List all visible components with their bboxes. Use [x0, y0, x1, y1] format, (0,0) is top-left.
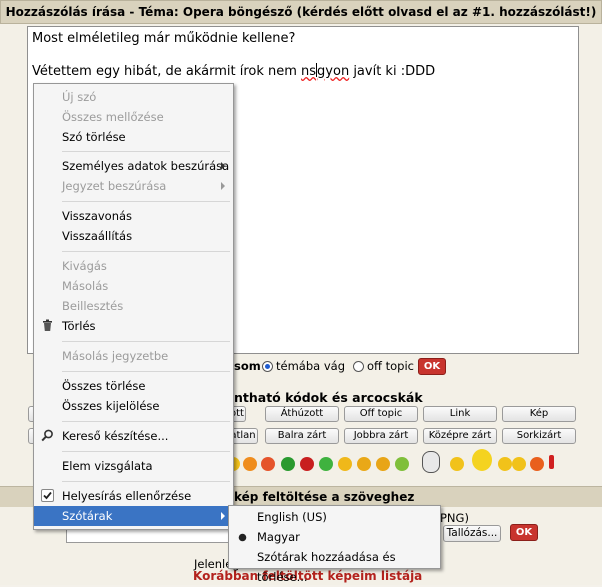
dictionaries-submenu: English (US) Magyar Szótárak hozzáadása … — [228, 505, 441, 584]
trash-icon — [43, 319, 52, 331]
code-button-align-center[interactable]: Középre zárt — [423, 428, 497, 444]
code-button-link[interactable]: Link — [423, 406, 497, 422]
menu-item-new-word: Új szó — [62, 90, 97, 104]
menu-separator — [62, 151, 230, 152]
code-button-align-right[interactable]: Jobbra zárt — [344, 428, 418, 444]
dictionary-english-us[interactable]: English (US) — [229, 507, 440, 527]
page: Hozzászólás írása - Téma: Opera böngésző… — [0, 0, 602, 585]
skull-smiley-icon[interactable] — [422, 451, 440, 473]
menu-item-dictionaries[interactable]: Szótárak — [34, 506, 233, 526]
smiley-icon[interactable] — [281, 457, 295, 471]
page-title: Hozzászólás írása - Téma: Opera böngésző… — [0, 0, 602, 24]
filetype-hint: PNG) — [440, 511, 469, 525]
smiley-icon[interactable] — [530, 457, 544, 471]
menu-item-create-search[interactable]: Kereső készítése... — [34, 426, 233, 446]
menu-item-paste: Beillesztés — [62, 299, 124, 313]
menu-item-delete[interactable]: Törlés — [34, 316, 233, 336]
submenu-arrow-icon — [221, 182, 225, 190]
exclamation-icon[interactable] — [549, 455, 554, 469]
menu-item-insert-personal-data[interactable]: Személyes adatok beszúrása — [34, 156, 233, 176]
code-button-align-left[interactable]: Balra zárt — [265, 428, 339, 444]
editor-line-2: Vétettem egy hibát, de akármit írok nem … — [32, 63, 436, 79]
smiley-icon[interactable] — [395, 457, 409, 471]
menu-item-insert-note: Jegyzet beszúrása — [34, 176, 233, 196]
option-label: som — [234, 359, 261, 373]
menu-separator — [62, 451, 230, 452]
menu-item-ignore-all: Összes mellőzése — [62, 110, 164, 124]
menu-item-copy-to-note: Másolás jegyzetbe — [62, 349, 169, 363]
smiley-icon[interactable] — [338, 457, 352, 471]
menu-item-clear-all[interactable]: Összes törlése — [34, 376, 233, 396]
smiley-icon[interactable] — [261, 457, 275, 471]
radio-selected-icon — [238, 533, 247, 542]
smiley-icon[interactable] — [376, 457, 390, 471]
radio-offtopic-label: off topic — [367, 359, 414, 373]
smiley-icon[interactable] — [243, 457, 257, 471]
shocked-smiley-icon[interactable] — [472, 449, 492, 471]
submit-ok-button[interactable]: OK — [418, 358, 446, 375]
code-button-image[interactable]: Kép — [502, 406, 576, 422]
smiley-icon[interactable] — [498, 457, 512, 471]
code-button-offtopic[interactable]: Off topic — [344, 406, 418, 422]
menu-separator — [62, 201, 230, 202]
dictionary-manage[interactable]: Szótárak hozzáadása és törlése... — [229, 547, 440, 584]
menu-item-redo[interactable]: Visszaállítás — [34, 226, 233, 246]
smiley-icon[interactable] — [450, 457, 464, 471]
codes-heading: ntható kódok és arcocskák — [234, 390, 423, 405]
smiley-icon[interactable] — [512, 457, 526, 471]
editor-line-1: Most elméletileg már működnie kellene? — [32, 31, 296, 46]
misspelled-word[interactable]: nsgyon — [301, 63, 349, 79]
radio-topic[interactable] — [262, 361, 273, 372]
context-menu: Új szó Összes mellőzése Szó törlése Szem… — [33, 83, 234, 530]
menu-separator — [62, 371, 230, 372]
menu-separator — [62, 251, 230, 252]
dictionary-magyar[interactable]: Magyar — [229, 527, 440, 547]
menu-item-inspect-element[interactable]: Elem vizsgálata — [34, 456, 233, 476]
checkbox-checked-icon — [41, 489, 54, 502]
menu-item-spellcheck[interactable]: Helyesírás ellenőrzése — [34, 486, 233, 506]
code-button-strike[interactable]: Áthúzott — [265, 406, 339, 422]
upload-ok-button[interactable]: OK — [510, 524, 538, 541]
menu-item-copy: Másolás — [62, 279, 109, 293]
menu-item-select-all[interactable]: Összes kijelölése — [34, 396, 233, 416]
menu-separator — [62, 341, 230, 342]
submenu-arrow-icon — [221, 512, 225, 520]
radio-offtopic[interactable] — [353, 361, 364, 372]
smiley-icon[interactable] — [357, 457, 371, 471]
menu-item-delete-word[interactable]: Szó törlése — [34, 127, 233, 147]
menu-item-cut: Kivágás — [62, 259, 107, 273]
menu-item-undo[interactable]: Visszavonás — [34, 206, 233, 226]
menu-separator — [62, 421, 230, 422]
menu-separator — [62, 481, 230, 482]
smiley-icon[interactable] — [319, 457, 333, 471]
search-icon — [41, 429, 53, 442]
browse-button[interactable]: Tallózás... — [443, 525, 501, 542]
radio-topic-label: témába vág — [276, 359, 345, 373]
code-button-justify[interactable]: Sorkizárt — [502, 428, 576, 444]
smiley-icon[interactable] — [300, 457, 314, 471]
submenu-arrow-icon — [221, 162, 225, 170]
upload-heading: kép feltöltése a szöveghez — [234, 490, 415, 504]
